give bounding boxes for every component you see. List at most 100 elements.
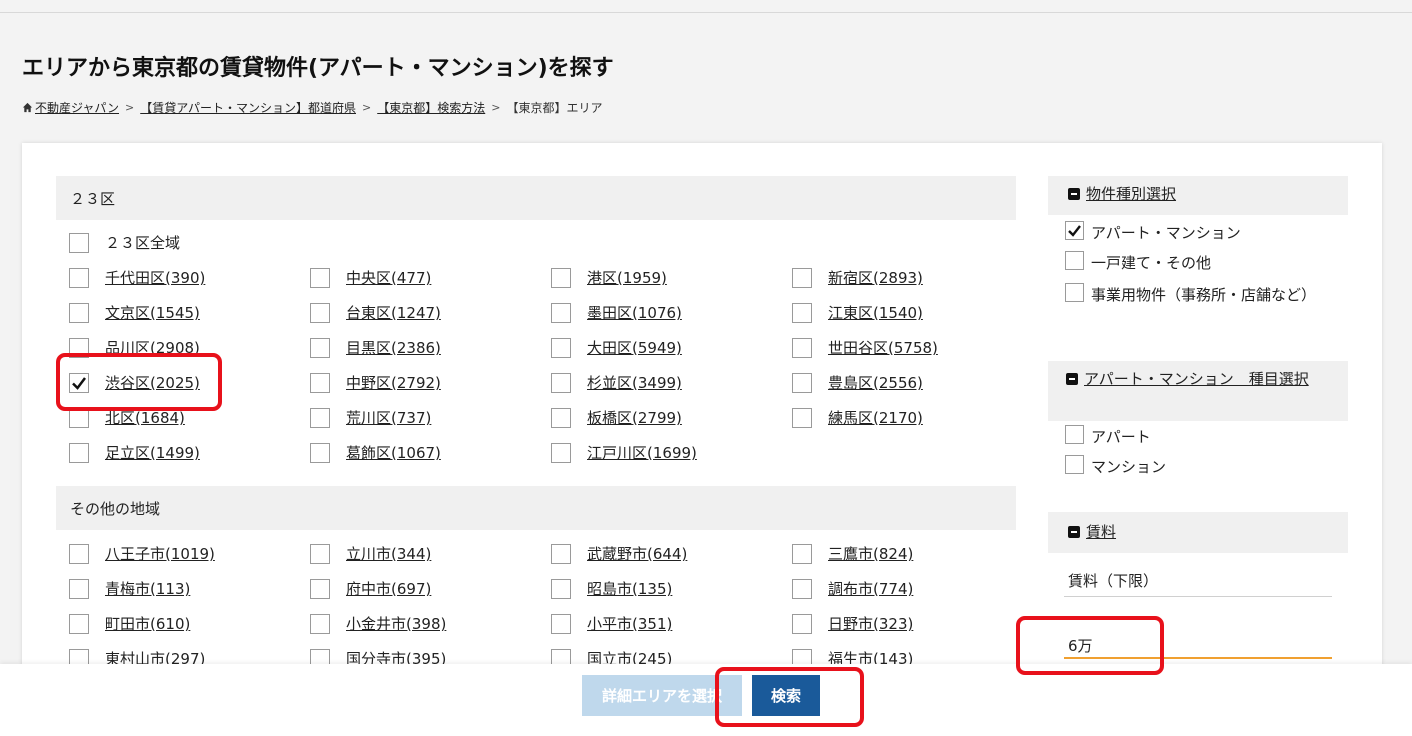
checkbox[interactable] <box>551 613 571 634</box>
checkbox[interactable] <box>310 337 330 358</box>
apartment-type-heading[interactable]: アパート・マンション 種目選択 <box>1048 361 1348 421</box>
checkbox-ward[interactable]: 豊島区(2556) <box>792 372 923 393</box>
checkbox-label[interactable]: 立川市(344) <box>346 543 431 564</box>
checkbox[interactable] <box>1065 425 1084 444</box>
checkbox-city[interactable]: 武蔵野市(644) <box>551 543 687 564</box>
checkbox-ward[interactable]: 足立区(1499) <box>69 442 200 463</box>
checkbox[interactable] <box>792 372 812 393</box>
checkbox-label[interactable]: 板橋区(2799) <box>587 407 682 428</box>
property-type-heading[interactable]: 物件種別選択 <box>1048 176 1348 215</box>
checkbox-label[interactable]: 練馬区(2170) <box>828 407 923 428</box>
checkbox[interactable] <box>69 543 89 564</box>
checkbox-ward[interactable]: 杉並区(3499) <box>551 372 682 393</box>
checkbox[interactable] <box>310 578 330 599</box>
checkbox-ward[interactable]: 葛飾区(1067) <box>310 442 441 463</box>
checkbox-city[interactable]: 昭島市(135) <box>551 578 672 599</box>
checkbox-label[interactable]: 杉並区(3499) <box>587 372 682 393</box>
checkbox-ward[interactable]: 中野区(2792) <box>310 372 441 393</box>
checkbox[interactable] <box>792 337 812 358</box>
checkbox-label[interactable]: 八王子市(1019) <box>105 543 215 564</box>
checkbox[interactable] <box>310 267 330 288</box>
checkbox-city[interactable]: 青梅市(113) <box>69 578 190 599</box>
checkbox[interactable] <box>792 578 812 599</box>
checkbox-label[interactable]: 日野市(323) <box>828 613 913 634</box>
checkbox[interactable] <box>69 267 89 288</box>
checkbox-apartment-mansion[interactable]: アパート・マンション <box>1065 221 1241 245</box>
checkbox[interactable] <box>551 407 571 428</box>
checkbox-label[interactable]: 新宿区(2893) <box>828 267 923 288</box>
checkbox-label[interactable]: 三鷹市(824) <box>828 543 913 564</box>
checkbox[interactable] <box>792 302 812 323</box>
checkbox[interactable] <box>551 442 571 463</box>
checkbox[interactable] <box>310 613 330 634</box>
checkbox-label[interactable]: 足立区(1499) <box>105 442 200 463</box>
checkbox[interactable] <box>792 613 812 634</box>
checkbox[interactable] <box>310 543 330 564</box>
checkbox[interactable] <box>69 613 89 634</box>
breadcrumb-link-home[interactable]: 不動産ジャパン <box>35 99 119 116</box>
checkbox-label[interactable]: 大田区(5949) <box>587 337 682 358</box>
checkbox[interactable] <box>69 442 89 463</box>
checkbox-label[interactable]: 町田市(610) <box>105 613 190 634</box>
checkbox-ward[interactable]: 板橋区(2799) <box>551 407 682 428</box>
checkbox-city[interactable]: 小平市(351) <box>551 613 672 634</box>
checkbox-ward[interactable]: 墨田区(1076) <box>551 302 682 323</box>
checkbox-house-other[interactable]: 一戸建て・その他 <box>1065 251 1211 275</box>
checkbox-city[interactable]: 府中市(697) <box>310 578 431 599</box>
checkbox-city[interactable]: 調布市(774) <box>792 578 913 599</box>
checkbox-label[interactable]: 豊島区(2556) <box>828 372 923 393</box>
checkbox-label[interactable]: 葛飾区(1067) <box>346 442 441 463</box>
checkbox-label[interactable]: 世田谷区(5758) <box>828 337 938 358</box>
checkbox-city[interactable]: 三鷹市(824) <box>792 543 913 564</box>
checkbox-ward[interactable]: 台東区(1247) <box>310 302 441 323</box>
checkbox-ward[interactable]: 江東区(1540) <box>792 302 923 323</box>
checkbox-ward[interactable]: 中央区(477) <box>310 267 431 288</box>
checkbox[interactable] <box>310 407 330 428</box>
checkbox-city[interactable]: 立川市(344) <box>310 543 431 564</box>
checkbox-label[interactable]: 目黒区(2386) <box>346 337 441 358</box>
checkbox-ward[interactable]: 目黒区(2386) <box>310 337 441 358</box>
breadcrumb-link-prefecture[interactable]: 【賃貸アパート・マンション】都道府県 <box>140 99 356 116</box>
checkbox[interactable] <box>792 407 812 428</box>
checkbox[interactable] <box>69 302 89 323</box>
checkbox-ward[interactable]: 大田区(5949) <box>551 337 682 358</box>
checkbox[interactable] <box>551 372 571 393</box>
checkbox-city[interactable]: 八王子市(1019) <box>69 543 215 564</box>
checkbox[interactable] <box>69 578 89 599</box>
checkbox-ward[interactable]: 荒川区(737) <box>310 407 431 428</box>
checkbox-label[interactable]: 江東区(1540) <box>828 302 923 323</box>
checkbox-label[interactable]: 墨田区(1076) <box>587 302 682 323</box>
checkbox[interactable] <box>551 543 571 564</box>
checkbox-label[interactable]: 中央区(477) <box>346 267 431 288</box>
checkbox-ward[interactable]: 港区(1959) <box>551 267 667 288</box>
checkbox[interactable] <box>310 372 330 393</box>
checkbox[interactable] <box>551 302 571 323</box>
checkbox-label[interactable]: 武蔵野市(644) <box>587 543 687 564</box>
checkbox[interactable] <box>1065 221 1084 240</box>
checkbox-all-wards[interactable]: ２３区全域 <box>69 232 180 253</box>
checkbox-label[interactable]: 千代田区(390) <box>105 267 205 288</box>
checkbox-label[interactable]: 調布市(774) <box>828 578 913 599</box>
checkbox-ward[interactable]: 千代田区(390) <box>69 267 205 288</box>
checkbox[interactable] <box>792 267 812 288</box>
checkbox[interactable] <box>551 578 571 599</box>
checkbox-ward[interactable]: 文京区(1545) <box>69 302 200 323</box>
checkbox[interactable] <box>1065 251 1084 270</box>
checkbox-apartment[interactable]: アパート <box>1065 425 1151 449</box>
checkbox[interactable] <box>551 337 571 358</box>
checkbox-city[interactable]: 日野市(323) <box>792 613 913 634</box>
checkbox-business-property[interactable]: 事業用物件（事務所・店舗など） <box>1065 283 1325 307</box>
checkbox-label[interactable]: 荒川区(737) <box>346 407 431 428</box>
checkbox-ward[interactable]: 練馬区(2170) <box>792 407 923 428</box>
checkbox-city[interactable]: 小金井市(398) <box>310 613 446 634</box>
checkbox-ward[interactable]: 江戸川区(1699) <box>551 442 697 463</box>
checkbox[interactable] <box>1065 283 1084 302</box>
checkbox-label[interactable]: 青梅市(113) <box>105 578 190 599</box>
checkbox[interactable] <box>69 232 89 253</box>
checkbox-city[interactable]: 町田市(610) <box>69 613 190 634</box>
checkbox-label[interactable]: 中野区(2792) <box>346 372 441 393</box>
checkbox-label[interactable]: 昭島市(135) <box>587 578 672 599</box>
checkbox-label[interactable]: 台東区(1247) <box>346 302 441 323</box>
checkbox-label[interactable]: 江戸川区(1699) <box>587 442 697 463</box>
checkbox[interactable] <box>792 543 812 564</box>
